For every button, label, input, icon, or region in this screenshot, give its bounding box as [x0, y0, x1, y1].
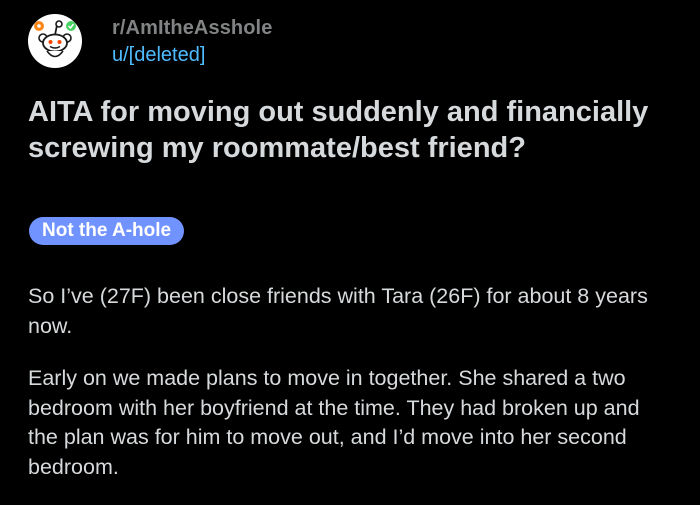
post-meta: r/AmItheAsshole u/[deleted]: [112, 15, 272, 68]
post-header: r/AmItheAsshole u/[deleted]: [28, 14, 272, 68]
author-link[interactable]: u/[deleted]: [112, 42, 272, 68]
post-paragraph-2: Early on we made plans to move in togeth…: [28, 366, 640, 479]
subreddit-link[interactable]: r/AmItheAsshole: [112, 15, 272, 41]
post-title[interactable]: AITA for moving out suddenly and financi…: [28, 94, 668, 166]
post-paragraph-1: So I’ve (27F) been close friends with Ta…: [28, 284, 648, 338]
snoo-avatar-icon[interactable]: [28, 14, 82, 68]
post-body: So I’ve (27F) been close friends with Ta…: [28, 282, 668, 505]
post-flair-badge[interactable]: Not the A-hole: [29, 217, 185, 245]
